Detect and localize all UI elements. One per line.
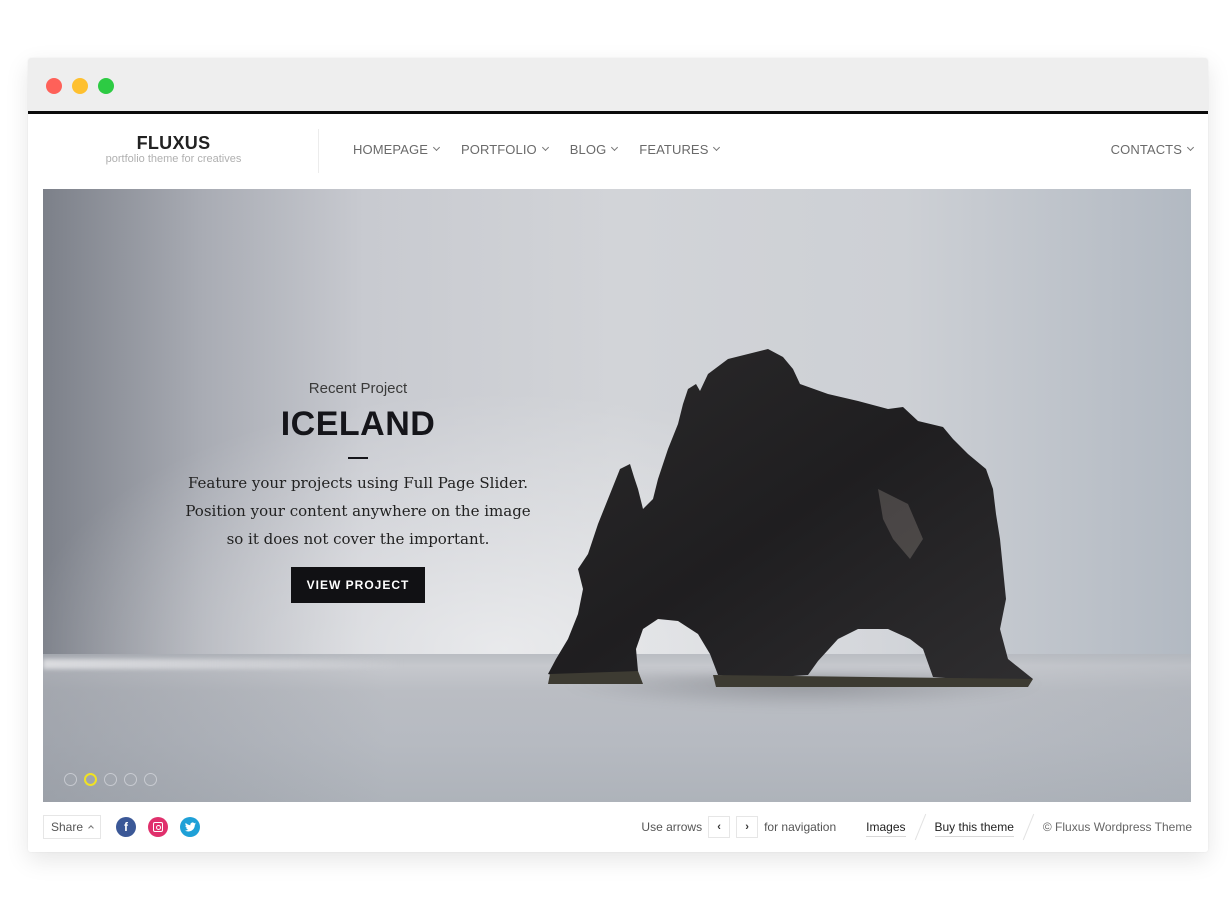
share-button[interactable]: Share [43, 815, 102, 839]
slide-pagination [64, 773, 157, 786]
caption-text: Feature your projects using Full Page Sl… [183, 469, 533, 553]
nav-item-label: HOMEPAGE [353, 142, 428, 157]
nav-item-contacts[interactable]: CONTACTS [1110, 142, 1195, 157]
chevron-down-icon [611, 143, 619, 152]
next-slide-button[interactable]: › [736, 816, 759, 838]
close-window-button[interactable] [46, 78, 62, 94]
nav-hint-prefix: Use arrows [641, 820, 703, 834]
site-footer: Share f Use arrows ‹ › for navigation Im… [28, 802, 1208, 852]
nav-item-blog[interactable]: BLOG [569, 142, 619, 157]
caption-line: so it does not cover the important. [226, 530, 490, 548]
caption-title: ICELAND [280, 405, 436, 443]
nav-item-label: CONTACTS [1110, 142, 1182, 157]
caption-divider [348, 457, 368, 459]
slide-dot[interactable] [64, 773, 77, 786]
nav-item-features[interactable]: FEATURES [639, 142, 721, 157]
site-logo[interactable]: FLUXUS portfolio theme for creatives [98, 133, 249, 165]
main-nav: HOMEPAGE PORTFOLIO BLOG FEATURES [353, 142, 721, 157]
caption-kicker: Recent Project [308, 380, 408, 397]
nav-item-label: PORTFOLIO [460, 142, 537, 157]
facebook-link[interactable]: f [116, 817, 136, 837]
header-divider [318, 129, 319, 173]
logo-title: FLUXUS [136, 133, 211, 153]
hero-slider[interactable]: Recent Project ICELAND Feature your proj… [43, 189, 1191, 802]
sea-stack-rock-image [548, 349, 1033, 687]
nav-hint-suffix: for navigation [764, 820, 837, 834]
nav-item-label: FEATURES [639, 142, 709, 157]
chevron-down-icon [432, 143, 441, 152]
minimize-window-button[interactable] [72, 78, 88, 94]
buy-theme-link[interactable]: Buy this theme [934, 820, 1014, 837]
chevron-left-icon: ‹ [717, 821, 721, 833]
copyright-text: © Fluxus Wordpress Theme [1042, 820, 1192, 834]
nav-item-portfolio[interactable]: PORTFOLIO [460, 142, 549, 157]
window-titlebar [28, 58, 1208, 114]
chevron-up-icon [88, 825, 94, 831]
slide-dot[interactable] [124, 773, 137, 786]
chevron-down-icon [713, 143, 721, 152]
footer-separator [914, 813, 926, 841]
chevron-right-icon: › [745, 821, 749, 833]
chevron-down-icon [541, 143, 549, 152]
slide-dot[interactable] [104, 773, 117, 786]
nav-item-homepage[interactable]: HOMEPAGE [353, 142, 441, 157]
slide-dot-active[interactable] [84, 773, 97, 786]
slide-caption: Recent Project ICELAND Feature your proj… [183, 379, 533, 603]
chevron-down-icon [1186, 143, 1195, 152]
navigation-hint: Use arrows ‹ › for navigation [641, 816, 836, 838]
site-header: FLUXUS portfolio theme for creatives HOM… [28, 117, 1208, 189]
nav-item-label: BLOG [569, 142, 607, 157]
view-project-button[interactable]: VIEW PROJECT [290, 567, 426, 603]
footer-separator [1022, 813, 1035, 841]
caption-line: Position your content anywhere on the im… [185, 502, 531, 520]
horizon-streak [43, 659, 403, 669]
instagram-link[interactable] [148, 817, 168, 837]
rock-shape [548, 349, 1033, 682]
share-label: Share [51, 820, 84, 834]
caption-line: Feature your projects using Full Page Sl… [187, 474, 529, 492]
footer-right: Use arrows ‹ › for navigation Images Buy… [641, 802, 1192, 852]
twitter-icon [184, 822, 196, 832]
slide-dot[interactable] [144, 773, 157, 786]
browser-window: FLUXUS portfolio theme for creatives HOM… [28, 58, 1208, 852]
maximize-window-button[interactable] [98, 78, 114, 94]
instagram-icon [153, 822, 163, 832]
facebook-icon: f [124, 820, 128, 834]
prev-slide-button[interactable]: ‹ [708, 816, 731, 838]
twitter-link[interactable] [180, 817, 200, 837]
images-link[interactable]: Images [866, 820, 906, 837]
logo-tagline: portfolio theme for creatives [105, 153, 242, 165]
